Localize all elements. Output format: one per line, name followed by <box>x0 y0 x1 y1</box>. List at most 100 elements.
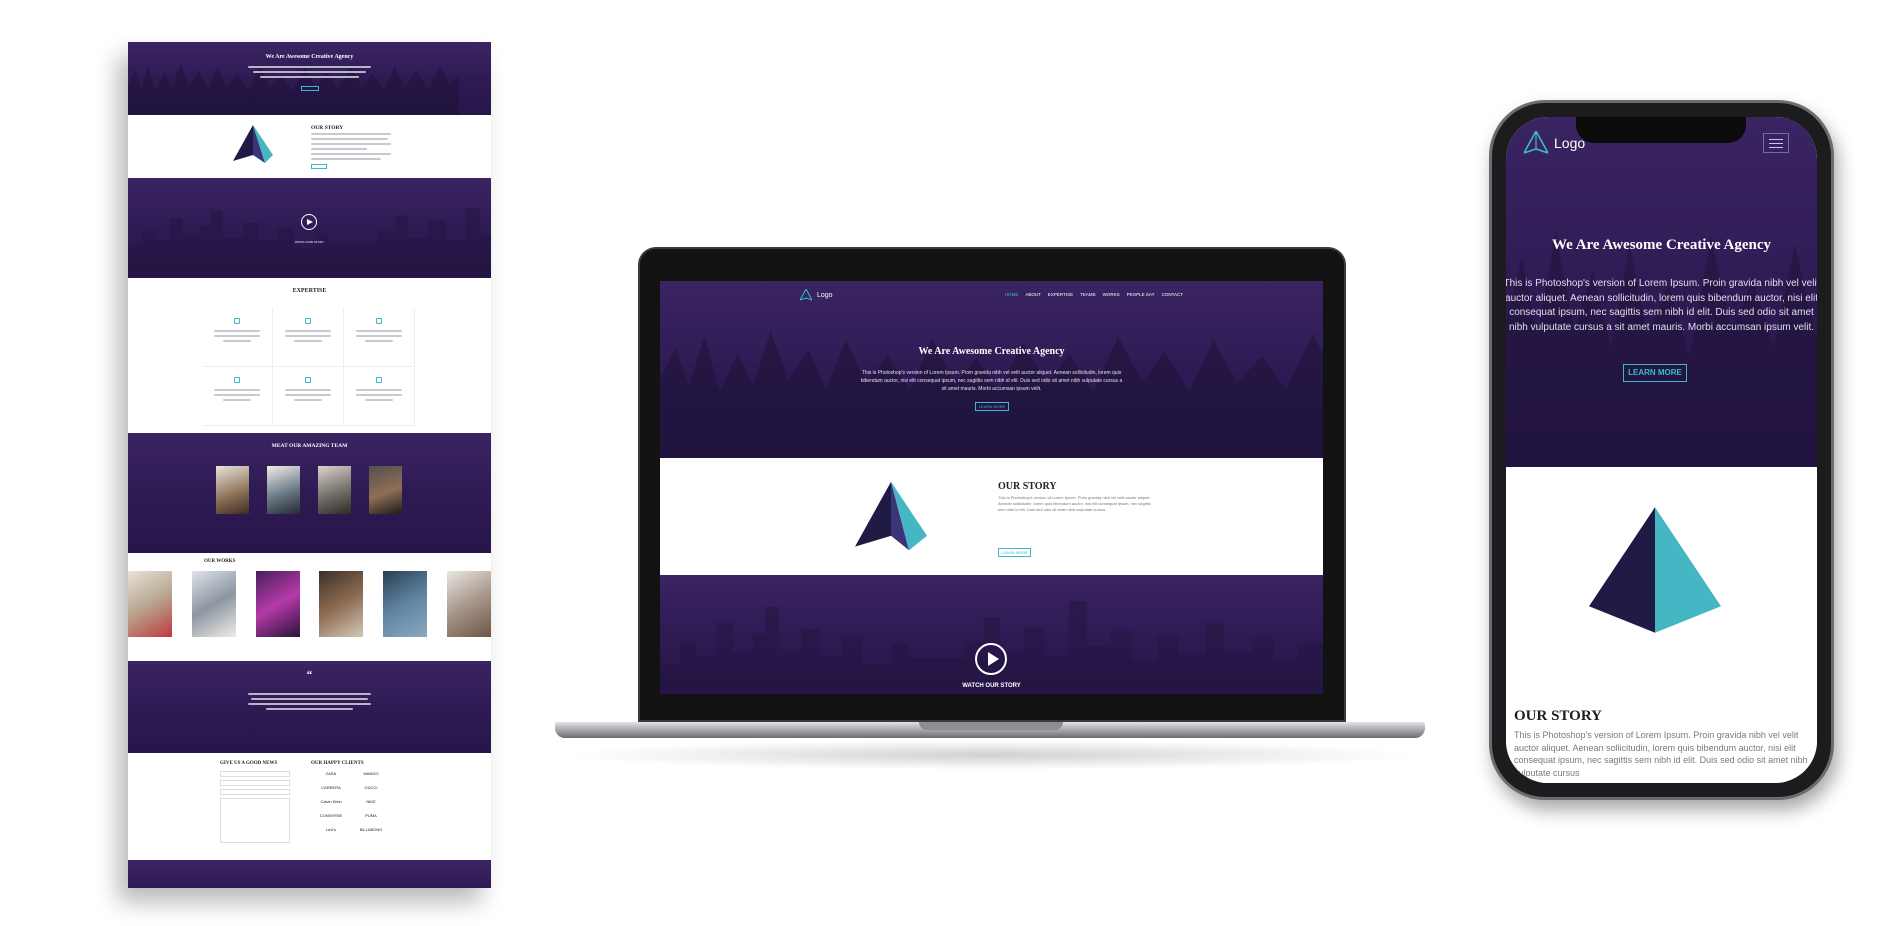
full-page-preview: We Are Awesome Creative Agency OUR STORY… <box>128 42 491 888</box>
logo-icon <box>800 289 812 301</box>
laptop-shadow <box>560 740 1420 770</box>
phone-story-section: OUR STORY This is Photoshop's version of… <box>1506 467 1817 783</box>
pyramid-logo-icon <box>855 481 927 551</box>
nav-about[interactable]: ABOUT <box>1025 292 1041 297</box>
nav-works[interactable]: WORKS <box>1103 292 1120 297</box>
laptop-hero-section: Logo HOME ABOUT EXPERTISE TEAMS WORKS PE… <box>660 281 1323 458</box>
phone-notch <box>1576 117 1746 143</box>
laptop-story-title: OUR STORY <box>998 481 1057 492</box>
nav-expertise[interactable]: EXPERTISE <box>1048 292 1073 297</box>
nav-people-say[interactable]: PEOPLE SAY <box>1127 292 1155 297</box>
lp-clients-title: OUR HAPPY CLIENTS <box>311 761 364 766</box>
name-field[interactable] <box>220 771 290 777</box>
pyramid-logo-icon <box>1589 507 1721 633</box>
logo-icon <box>1524 131 1548 154</box>
lp-footer-section <box>128 860 491 888</box>
laptop-hero-text: This is Photoshop's version of Lorem Ips… <box>860 370 1123 392</box>
lp-quote-text <box>248 693 371 713</box>
monitor-icon <box>234 318 240 324</box>
lp-expertise-title: EXPERTISE <box>292 288 327 294</box>
lp-hero-text <box>248 66 371 81</box>
lp-video-caption: WATCH OUR STORY <box>294 240 325 244</box>
laptop-learn-more-button[interactable]: LEARN MORE <box>975 402 1009 411</box>
phone-hero-text: This is Photoshop's version of Lorem Ips… <box>1506 278 1817 333</box>
work-thumbnail[interactable] <box>319 571 364 637</box>
lp-video-section: WATCH OUR STORY <box>128 178 491 278</box>
hamburger-icon[interactable] <box>1763 133 1789 153</box>
clock-icon <box>234 377 240 383</box>
phone-hero-section: Logo We Are Awesome Creative Agency This… <box>1506 117 1817 467</box>
quote-icon: “ <box>306 669 313 681</box>
laptop-story-text: This is Photoshop's version of Lorem Ips… <box>998 495 1151 512</box>
client-logo: CONVERSE <box>319 813 343 818</box>
expertise-grid <box>202 308 415 426</box>
nav-contact[interactable]: CONTACT <box>1162 292 1183 297</box>
lp-story-button[interactable] <box>311 164 327 169</box>
expertise-item <box>202 367 273 426</box>
laptop-base-notch <box>919 722 1063 730</box>
client-logo: CARRERA <box>321 785 341 790</box>
lp-story-text <box>311 133 391 163</box>
laptop-screen: Logo HOME ABOUT EXPERTISE TEAMS WORKS PE… <box>660 281 1323 694</box>
phone-screen: Logo We Are Awesome Creative Agency This… <box>1506 117 1817 783</box>
lp-hero-button[interactable] <box>301 86 319 91</box>
client-logo: ZARA <box>325 771 337 776</box>
logo-text: Logo <box>817 291 833 299</box>
laptop-video-section: WATCH OUR STORY <box>660 575 1323 694</box>
laptop-story-button[interactable]: LEARN MORE <box>998 548 1031 557</box>
expertise-item <box>344 367 415 426</box>
lp-contact-section: GIVE US A GOOD NEWS OUR HAPPY CLIENTS ZA… <box>128 753 491 860</box>
expertise-item <box>344 308 415 367</box>
work-thumbnail[interactable] <box>383 571 428 637</box>
laptop-nav: HOME ABOUT EXPERTISE TEAMS WORKS PEOPLE … <box>1005 292 1183 297</box>
team-member-photo[interactable] <box>318 466 351 514</box>
nav-home[interactable]: HOME <box>1005 292 1019 297</box>
team-member-photo[interactable] <box>216 466 249 514</box>
lp-team-section: MEAT OUR AMAZING TEAM <box>128 433 491 553</box>
document-icon <box>305 377 311 383</box>
client-logos: ZARA MANGO CARRERA GUCCI Calvin Klein NI… <box>311 771 391 832</box>
phone-story-title: OUR STORY <box>1514 708 1602 724</box>
lp-works-title: OUR WORKS <box>204 559 236 564</box>
lp-hero-title: We Are Awesome Creative Agency <box>265 54 354 60</box>
client-logo: Levi's <box>325 827 337 832</box>
lp-story-section: OUR STORY <box>128 115 491 178</box>
client-logo: NIKE <box>366 799 376 804</box>
laptop-hero-title: We Are Awesome Creative Agency <box>918 346 1065 357</box>
client-logo: PUMA <box>365 813 377 818</box>
lp-expertise-section: EXPERTISE <box>128 278 491 433</box>
work-thumbnail[interactable] <box>446 571 491 637</box>
email-field[interactable] <box>220 780 290 786</box>
lp-testimonial-section: “ <box>128 661 491 753</box>
works-gallery <box>128 571 491 637</box>
subject-field[interactable] <box>220 789 290 795</box>
pyramid-logo-icon <box>233 125 273 163</box>
mockup-stage: We Are Awesome Creative Agency OUR STORY… <box>0 0 1902 926</box>
laptop-logo[interactable]: Logo <box>800 289 833 301</box>
lp-story-title: OUR STORY <box>311 125 344 131</box>
expertise-item <box>273 308 344 367</box>
expertise-item <box>273 367 344 426</box>
client-logo: MANGO <box>363 771 379 776</box>
work-thumbnail[interactable] <box>191 571 236 637</box>
phone-story-text: This is Photoshop's version of Lorem Ips… <box>1514 730 1808 778</box>
lp-works-section: OUR WORKS <box>128 553 491 661</box>
lp-team-title: MEAT OUR AMAZING TEAM <box>271 443 348 449</box>
team-member-photo[interactable] <box>267 466 300 514</box>
lp-play-icon[interactable] <box>301 214 317 230</box>
team-members <box>216 466 402 514</box>
laptop-video-caption: WATCH OUR STORY <box>962 683 1021 689</box>
phone-icon <box>376 318 382 324</box>
phone-logo[interactable]: Logo <box>1524 131 1585 155</box>
work-thumbnail[interactable] <box>255 571 300 637</box>
work-thumbnail[interactable] <box>128 571 172 637</box>
message-field[interactable] <box>220 798 290 843</box>
laptop-story-section: OUR STORY This is Photoshop's version of… <box>660 458 1323 575</box>
expertise-item <box>202 308 273 367</box>
nav-teams[interactable]: TEAMS <box>1080 292 1096 297</box>
play-icon[interactable] <box>975 643 1007 675</box>
team-member-photo[interactable] <box>369 466 402 514</box>
client-logo: GUCCI <box>364 785 378 790</box>
phone-learn-more-button[interactable]: LEARN MORE <box>1623 364 1687 382</box>
client-logo: BILLABONG <box>359 827 383 832</box>
